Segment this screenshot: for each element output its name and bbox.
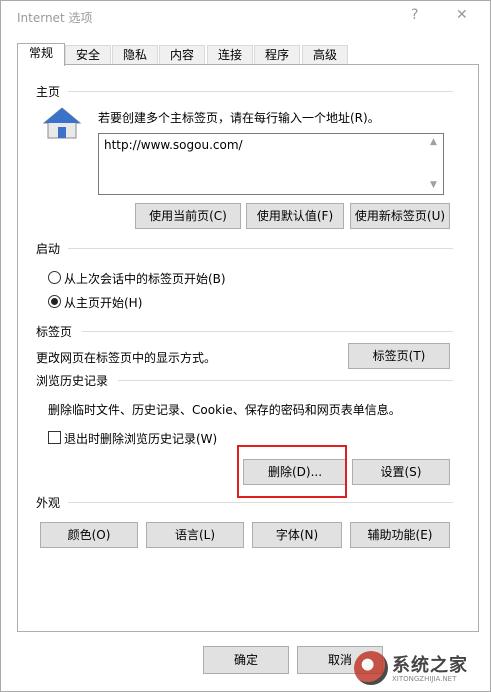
home-page-url-textarea[interactable]: http://www.sogou.com/ ▲ ▼ — [98, 133, 444, 195]
history-group-title: 浏览历史记录 — [36, 374, 109, 388]
close-icon[interactable]: ✕ — [456, 7, 468, 23]
watermark-text: 系统之家 — [392, 655, 468, 676]
watermark-logo-icon — [354, 651, 388, 685]
home-group-title: 主页 — [36, 85, 61, 99]
tab-programs[interactable]: 程序 — [254, 45, 300, 65]
tab-advanced[interactable]: 高级 — [302, 45, 348, 65]
delete-on-exit-checkbox[interactable] — [48, 431, 61, 444]
general-tab-panel: 主页 若要创建多个主标签页，请在每行输入一个地址(R)。 http://www.… — [17, 64, 479, 632]
startup-group-title: 启动 — [36, 242, 61, 256]
fonts-button[interactable]: 字体(N) — [252, 522, 342, 548]
radio-start-home[interactable] — [48, 295, 61, 308]
radio-start-home-label: 从主页开始(H) — [64, 296, 143, 310]
window-title: Internet 选项 — [17, 11, 93, 25]
home-house-icon — [42, 107, 82, 139]
scroll-down-icon[interactable]: ▼ — [430, 180, 437, 190]
tabs-settings-button[interactable]: 标签页(T) — [348, 343, 450, 369]
watermark-subtext: XITONGZHIJIA.NET — [392, 675, 457, 683]
tab-general[interactable]: 常规 — [17, 43, 65, 66]
tabs-group-title: 标签页 — [36, 325, 73, 339]
history-settings-button[interactable]: 设置(S) — [352, 459, 450, 485]
radio-last-session[interactable] — [48, 271, 61, 284]
tabs-group-divider — [82, 331, 453, 332]
title-bar: Internet 选项 ? ✕ — [1, 1, 490, 33]
scroll-up-icon[interactable]: ▲ — [430, 137, 437, 147]
accessibility-button[interactable]: 辅助功能(E) — [350, 522, 450, 548]
use-current-page-button[interactable]: 使用当前页(C) — [135, 203, 241, 229]
tab-security[interactable]: 安全 — [65, 45, 111, 65]
languages-button[interactable]: 语言(L) — [146, 522, 244, 548]
home-group-divider — [68, 91, 453, 92]
internet-options-window: Internet 选项 ? ✕ 常规 安全 隐私 内容 连接 程序 高级 主页 … — [0, 0, 491, 692]
colors-button[interactable]: 颜色(O) — [40, 522, 138, 548]
help-icon[interactable]: ? — [411, 7, 418, 23]
url-textarea-scrollbar[interactable]: ▲ ▼ — [427, 134, 443, 194]
tab-privacy[interactable]: 隐私 — [112, 45, 158, 65]
radio-last-session-label: 从上次会话中的标签页开始(B) — [64, 272, 226, 286]
tab-content[interactable]: 内容 — [159, 45, 205, 65]
appearance-group-divider — [68, 502, 453, 503]
delete-on-exit-label: 退出时删除浏览历史记录(W) — [64, 432, 218, 446]
appearance-group-title: 外观 — [36, 496, 61, 510]
use-new-tab-button[interactable]: 使用新标签页(U) — [350, 203, 450, 229]
tabs-description: 更改网页在标签页中的显示方式。 — [36, 351, 217, 365]
use-default-button[interactable]: 使用默认值(F) — [246, 203, 344, 229]
history-group-divider — [118, 380, 453, 381]
tab-connections[interactable]: 连接 — [207, 45, 253, 65]
site-watermark: 系统之家 XITONGZHIJIA.NET — [354, 647, 484, 689]
home-page-url-value: http://www.sogou.com/ — [104, 138, 243, 152]
home-instruction-text: 若要创建多个主标签页，请在每行输入一个地址(R)。 — [98, 111, 380, 125]
startup-group-divider — [68, 248, 453, 249]
delete-button-highlight-box — [237, 445, 347, 498]
ok-button[interactable]: 确定 — [203, 646, 289, 674]
history-description: 删除临时文件、历史记录、Cookie、保存的密码和网页表单信息。 — [48, 403, 401, 417]
